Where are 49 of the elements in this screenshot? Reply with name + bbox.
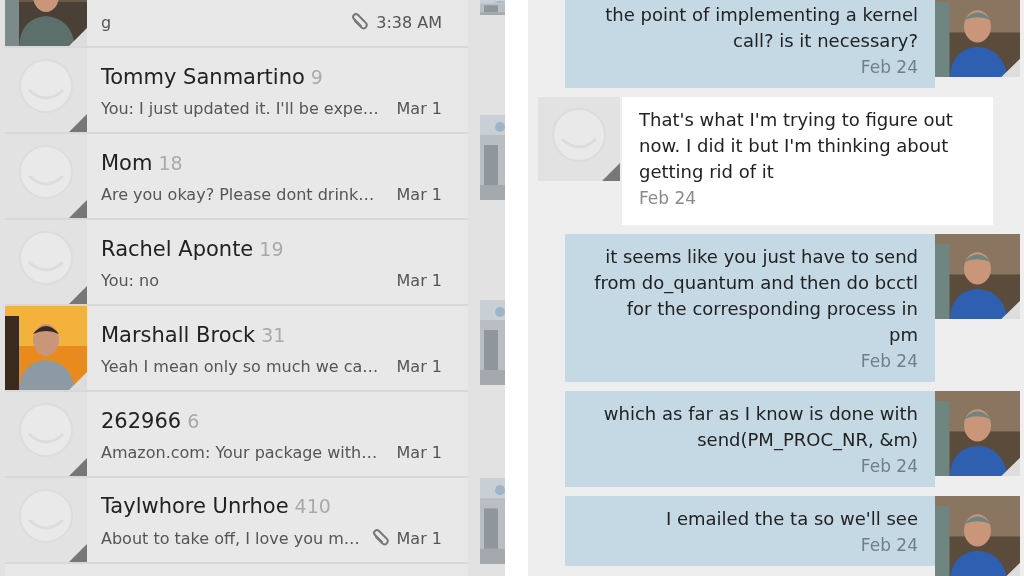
avatar-icon[interactable] <box>5 134 87 218</box>
message-count: 9 <box>310 66 323 88</box>
message-date: Feb 24 <box>639 187 698 210</box>
conversation-row[interactable]: Mom 18 Are you okay? Please dont drink… Mar 1 <box>5 134 468 220</box>
message-time: Mar 1 <box>396 443 442 462</box>
conversation-row[interactable]: g 3:38 AM <box>5 0 468 48</box>
message-date: Feb 24 <box>859 455 918 478</box>
avatar-icon[interactable] <box>5 392 87 476</box>
message-time: 3:38 AM <box>376 12 442 32</box>
message-count: 19 <box>259 238 284 260</box>
message-snippet: Yeah I mean only so much we ca… <box>101 357 380 376</box>
message-snippet: g <box>101 12 113 32</box>
message-text: the point of implementing a kernel call? is it necessary? <box>604 3 918 53</box>
message-time: Mar 1 <box>396 99 442 118</box>
contact-name: 262966 <box>101 409 182 433</box>
message-time: Mar 1 <box>396 271 442 290</box>
contact-name: Mom <box>101 151 153 175</box>
contact-name: Marshall Brock <box>101 323 256 347</box>
message-time: Mar 1 <box>396 357 442 376</box>
message-snippet: You: I just updated it. I'll be expe… <box>101 99 380 118</box>
message-date: Feb 24 <box>859 56 918 79</box>
message-count: 410 <box>294 495 331 517</box>
message-text: I emailed the ta so we'll see <box>664 507 918 531</box>
message-count: 31 <box>261 324 286 346</box>
message-snippet: Amazon.com: Your package with… <box>101 443 379 462</box>
conversation-row[interactable]: Rachel Aponte 19 You: no Mar 1 <box>5 220 468 306</box>
message-text: it seems like you just have to send from do_quantum and then do bcctl for the corresponding process in pm <box>593 245 918 347</box>
message-date: Feb 24 <box>859 350 918 373</box>
message-count: 18 <box>158 152 183 174</box>
avatar-icon[interactable] <box>538 97 620 181</box>
conversation-row[interactable]: Marshall Brock 31 Yeah I mean only so much we ca… Mar 1 <box>5 306 468 392</box>
message-snippet: Are you okay? Please dont drink… <box>101 185 376 204</box>
conversation-row[interactable]: Taylwhore Unrhoe 410 About to take off, I love you m… Mar 1 <box>5 478 468 564</box>
message-count: 6 <box>187 410 200 432</box>
message-snippet: You: no <box>101 271 160 290</box>
avatar-icon[interactable] <box>5 478 87 562</box>
message-time: Mar 1 <box>396 185 442 204</box>
message-date: Feb 24 <box>859 534 918 557</box>
contact-name: Rachel Aponte <box>101 237 254 261</box>
message-text: which as far as I know is done with send(PM_PROC_NR, &m) <box>602 402 918 453</box>
conversation-row[interactable]: 262966 6 Amazon.com: Your package with… Mar 1 <box>5 392 468 478</box>
message-time: Mar 1 <box>396 528 442 548</box>
message-snippet: About to take off, I love you m… <box>101 528 361 548</box>
contact-name: Taylwhore Unrhoe <box>101 494 289 518</box>
avatar-icon[interactable] <box>5 48 87 132</box>
message-text: That's what I'm trying to figure out now. I did it but I'm thinking about getting rid of it <box>639 108 954 184</box>
conversation-row[interactable]: Tommy Sanmartino 9 You: I just updated it. I'll be expe… Mar 1 <box>5 48 468 134</box>
avatar-icon[interactable] <box>5 220 87 304</box>
contact-name: Tommy Sanmartino <box>101 65 305 89</box>
